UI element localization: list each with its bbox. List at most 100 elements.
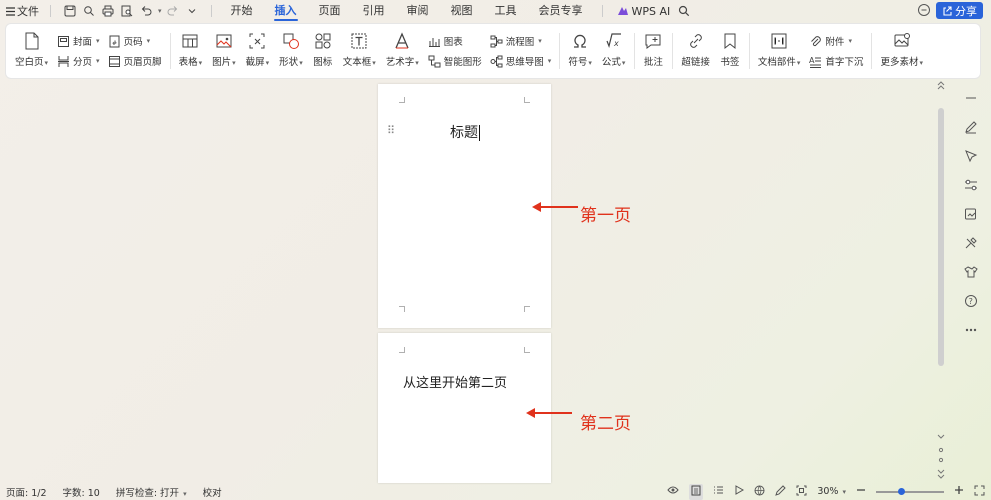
- header-footer-label: 页眉页脚: [123, 57, 162, 68]
- tab-references[interactable]: 引用: [352, 0, 396, 22]
- textbox-label: 文本框: [342, 57, 372, 68]
- arrow-left-icon: [532, 202, 578, 212]
- tab-insert[interactable]: 插入: [264, 0, 308, 22]
- ribbon-group-symbols: 符号▾ x 公式▾: [559, 24, 634, 78]
- symbol-button[interactable]: 符号▾: [563, 29, 597, 73]
- screenshot-label: 截屏: [245, 57, 265, 68]
- drop-cap-button[interactable]: A 首字下沉: [809, 54, 863, 69]
- zoom-in-icon[interactable]: [954, 485, 964, 498]
- cloud-sync-icon[interactable]: [917, 3, 933, 19]
- icons-button[interactable]: 图标: [308, 29, 338, 73]
- margin-marker: [524, 347, 530, 353]
- web-view-globe-icon[interactable]: [754, 485, 765, 499]
- fit-screen-icon[interactable]: [796, 485, 807, 499]
- print-preview-icon[interactable]: [119, 3, 135, 19]
- page-view-icon[interactable]: [689, 483, 704, 500]
- ribbon-tabs: 开始 插入 页面 引用 审阅 视图 工具 会员专享: [220, 0, 594, 22]
- fullscreen-icon[interactable]: [974, 485, 985, 499]
- margin-marker: [399, 306, 405, 312]
- screenshot-button[interactable]: 截屏▾: [241, 29, 275, 73]
- tab-review[interactable]: 审阅: [396, 0, 440, 22]
- export-icon[interactable]: [81, 3, 97, 19]
- mindmap-button[interactable]: 思维导图 ▾: [490, 54, 551, 68]
- collapse-minus-icon[interactable]: [962, 89, 980, 107]
- smart-graphic-label: 智能图形: [443, 57, 482, 68]
- search-icon[interactable]: [676, 3, 692, 19]
- more-materials-label: 更多素材: [880, 57, 919, 68]
- more-materials-button[interactable]: 更多素材▾: [875, 29, 928, 73]
- zoom-slider-knob[interactable]: [898, 487, 905, 495]
- vertical-scrollbar[interactable]: [936, 80, 946, 485]
- doc-parts-button[interactable]: 文档部件▾: [753, 29, 806, 73]
- shape-button[interactable]: 形状▾: [274, 29, 308, 73]
- undo-icon[interactable]: [138, 3, 154, 19]
- save-icon[interactable]: [62, 3, 78, 19]
- comment-button[interactable]: 批注: [638, 29, 668, 73]
- zoom-slider[interactable]: [876, 487, 944, 495]
- more-chevron-down-icon[interactable]: [184, 3, 200, 19]
- blank-page-button[interactable]: 空白页▾: [10, 29, 53, 73]
- more-options-icon[interactable]: [962, 321, 980, 339]
- undo-dropdown-icon[interactable]: ▾: [158, 7, 162, 15]
- tab-home[interactable]: 开始: [220, 0, 264, 22]
- pen-annotate-icon[interactable]: [775, 484, 787, 499]
- proofread-button[interactable]: 校对: [203, 485, 222, 499]
- wordart-icon: [395, 32, 409, 49]
- picture-label: 图片: [212, 57, 232, 68]
- smart-graphic-button[interactable]: 智能图形: [428, 54, 482, 68]
- adjust-sliders-icon[interactable]: [962, 176, 980, 194]
- annotation-page1: 第一页: [580, 206, 631, 226]
- icons-label: 图标: [313, 57, 333, 68]
- page-break-button[interactable]: 分页 ▾: [57, 54, 100, 68]
- bookmark-button[interactable]: 书签: [715, 29, 745, 73]
- eye-protection-icon[interactable]: [667, 485, 679, 498]
- cover-label: 封面: [73, 37, 93, 48]
- page-number-button[interactable]: # 页码 ▾: [108, 34, 162, 48]
- divider: [601, 5, 603, 17]
- help-icon[interactable]: ?: [962, 292, 980, 310]
- cover-button[interactable]: 封面 ▾: [57, 34, 100, 48]
- flowchart-button[interactable]: 流程图 ▾: [490, 34, 552, 48]
- wps-ai-button[interactable]: WPS AI: [617, 5, 670, 18]
- play-icon[interactable]: [734, 485, 745, 498]
- comment-label: 批注: [643, 57, 663, 68]
- tab-page[interactable]: 页面: [308, 0, 352, 22]
- wordart-button[interactable]: 艺术字▾: [381, 29, 424, 73]
- table-button[interactable]: 表格▾: [174, 29, 208, 73]
- file-menu[interactable]: 文件: [6, 3, 39, 19]
- image-tool-icon[interactable]: [962, 205, 980, 223]
- formula-button[interactable]: x 公式▾: [597, 29, 631, 73]
- word-count[interactable]: 字数: 10: [63, 485, 100, 499]
- redo-icon[interactable]: [165, 3, 181, 19]
- page2-body-text[interactable]: 从这里开始第二页: [403, 372, 507, 391]
- tab-member[interactable]: 会员专享: [528, 0, 594, 22]
- page-indicator[interactable]: 页面: 1/2: [6, 485, 47, 499]
- tab-tools[interactable]: 工具: [484, 0, 528, 22]
- outline-view-icon[interactable]: [713, 485, 724, 498]
- textbox-button[interactable]: 文本框▾: [338, 29, 381, 73]
- zoom-out-icon[interactable]: [856, 485, 866, 498]
- header-footer-button[interactable]: 页眉页脚: [108, 54, 162, 68]
- tools-icon[interactable]: [962, 234, 980, 252]
- arrow-left-icon: [526, 408, 572, 418]
- attachment-button[interactable]: 附件 ▾: [809, 34, 863, 48]
- tab-view[interactable]: 视图: [440, 0, 484, 22]
- picture-button[interactable]: 图片▾: [207, 29, 241, 73]
- pen-edit-icon[interactable]: [962, 118, 980, 136]
- zoom-level[interactable]: 30% ▾: [817, 486, 846, 497]
- shirt-template-icon[interactable]: [962, 263, 980, 281]
- doc-parts-label: 文档部件: [757, 57, 796, 68]
- page1-heading-text[interactable]: 标题: [450, 122, 480, 142]
- hyperlink-button[interactable]: 超链接: [676, 29, 715, 73]
- share-button[interactable]: 分享: [936, 2, 983, 19]
- textbox-icon: [351, 33, 367, 49]
- chart-button[interactable]: 图表: [428, 34, 482, 48]
- mindmap-icon: [490, 55, 503, 67]
- document-page-1[interactable]: ⠿ 标题: [378, 84, 551, 328]
- select-pointer-icon[interactable]: [962, 147, 980, 165]
- annotation-page2: 第二页: [580, 414, 631, 434]
- spell-check-toggle[interactable]: 拼写检查: 打开 ▾: [116, 485, 187, 499]
- drag-handle-icon[interactable]: ⠿: [387, 124, 395, 137]
- comment-icon: [645, 34, 661, 49]
- print-icon[interactable]: [100, 3, 116, 19]
